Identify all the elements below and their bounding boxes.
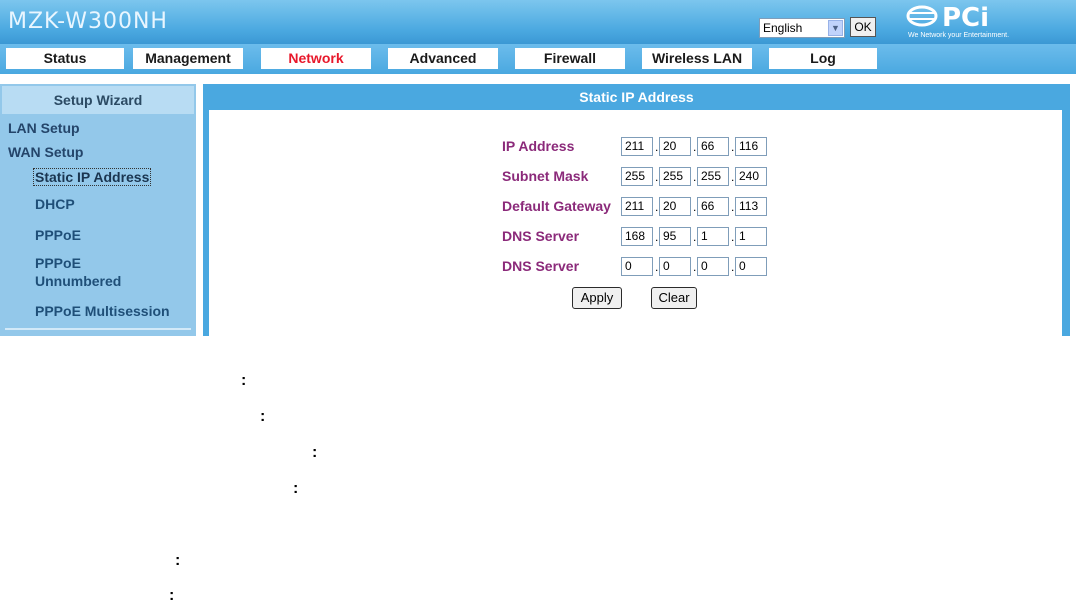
product-title: MZK-W300NH — [8, 9, 168, 34]
sidebar-item-pppoe-multisession[interactable]: PPPoE Multisession — [35, 303, 170, 319]
sidebar-item-static-ip[interactable]: Static IP Address — [33, 168, 152, 186]
dns-server-2-label: DNS Server — [502, 258, 580, 274]
tab-management[interactable]: Management — [133, 48, 243, 69]
apply-button[interactable]: Apply — [572, 287, 622, 309]
sidebar-item-dhcp[interactable]: DHCP — [35, 196, 75, 212]
language-ok-button[interactable]: OK — [850, 17, 876, 37]
tab-status[interactable]: Status — [6, 48, 124, 69]
dns-server-1-octet-4[interactable]: 1 — [735, 227, 767, 246]
static-ip-panel: Static IP Address IP Address 211 . 20 . … — [203, 84, 1070, 336]
language-select[interactable]: English ▼ — [759, 18, 845, 38]
subnet-mask-label: Subnet Mask — [502, 168, 589, 184]
dns-server-1-octet-3[interactable]: 1 — [697, 227, 729, 246]
sidebar-divider — [5, 328, 191, 330]
dns-server-2-octet-3[interactable]: 0 — [697, 257, 729, 276]
annotation-colon: : — [175, 552, 181, 569]
annotation-colon: : — [260, 408, 266, 425]
dns-server-1-label: DNS Server — [502, 228, 580, 244]
dns-server-2-octet-4[interactable]: 0 — [735, 257, 767, 276]
tab-advanced[interactable]: Advanced — [388, 48, 498, 69]
clear-button[interactable]: Clear — [651, 287, 697, 309]
ip-address-octet-4[interactable]: 116 — [735, 137, 767, 156]
annotation-colon: : — [169, 587, 175, 604]
panel-body: IP Address 211 . 20 . 66 . 116 Subnet Ma… — [209, 110, 1062, 336]
subnet-mask-octet-4[interactable]: 240 — [735, 167, 767, 186]
tab-firewall[interactable]: Firewall — [515, 48, 625, 69]
ip-address-octet-2[interactable]: 20 — [659, 137, 691, 156]
sidebar-item-wan-setup[interactable]: WAN Setup — [8, 144, 83, 160]
sidebar-item-pppoe[interactable]: PPPoE — [35, 227, 81, 243]
sidebar-item-pppoe-unnumbered-line2[interactable]: Unnumbered — [35, 273, 121, 289]
dns-server-1-octet-2[interactable]: 95 — [659, 227, 691, 246]
subnet-mask-octet-2[interactable]: 255 — [659, 167, 691, 186]
dns-server-2-octet-2[interactable]: 0 — [659, 257, 691, 276]
panel-title: Static IP Address — [579, 89, 694, 105]
main-nav: Status Management Network Advanced Firew… — [0, 44, 1076, 74]
logo-text: PCi — [942, 3, 989, 32]
dns-server-2-octet-1[interactable]: 0 — [621, 257, 653, 276]
default-gateway-octet-2[interactable]: 20 — [659, 197, 691, 216]
subnet-mask-octet-1[interactable]: 255 — [621, 167, 653, 186]
default-gateway-label: Default Gateway — [502, 198, 611, 214]
tab-wireless-lan[interactable]: Wireless LAN — [642, 48, 752, 69]
chevron-down-icon[interactable]: ▼ — [828, 20, 843, 36]
dns-server-1-octet-1[interactable]: 168 — [621, 227, 653, 246]
pci-logo: PCi We Network your Entertainment. — [906, 2, 1041, 42]
sidebar: Setup Wizard LAN Setup WAN Setup Static … — [0, 84, 196, 336]
tab-network[interactable]: Network — [261, 48, 371, 69]
tab-log[interactable]: Log — [769, 48, 877, 69]
default-gateway-octet-4[interactable]: 113 — [735, 197, 767, 216]
annotation-colon: : — [293, 480, 299, 497]
annotation-colon: : — [312, 444, 318, 461]
language-value: English — [763, 21, 803, 35]
default-gateway-octet-3[interactable]: 66 — [697, 197, 729, 216]
annotation-colon: : — [241, 372, 247, 389]
default-gateway-octet-1[interactable]: 211 — [621, 197, 653, 216]
sidebar-item-setup-wizard[interactable]: Setup Wizard — [2, 86, 194, 114]
ip-address-label: IP Address — [502, 138, 575, 154]
logo-icon: PCi — [906, 3, 989, 33]
header-bar: MZK-W300NH English ▼ OK PCi We Network y… — [0, 0, 1076, 44]
sidebar-item-pppoe-unnumbered[interactable]: PPPoE — [35, 255, 81, 271]
ip-address-octet-1[interactable]: 211 — [621, 137, 653, 156]
sidebar-item-lan-setup[interactable]: LAN Setup — [8, 120, 80, 136]
subnet-mask-octet-3[interactable]: 255 — [697, 167, 729, 186]
ip-address-octet-3[interactable]: 66 — [697, 137, 729, 156]
logo-tagline: We Network your Entertainment. — [908, 32, 1010, 39]
